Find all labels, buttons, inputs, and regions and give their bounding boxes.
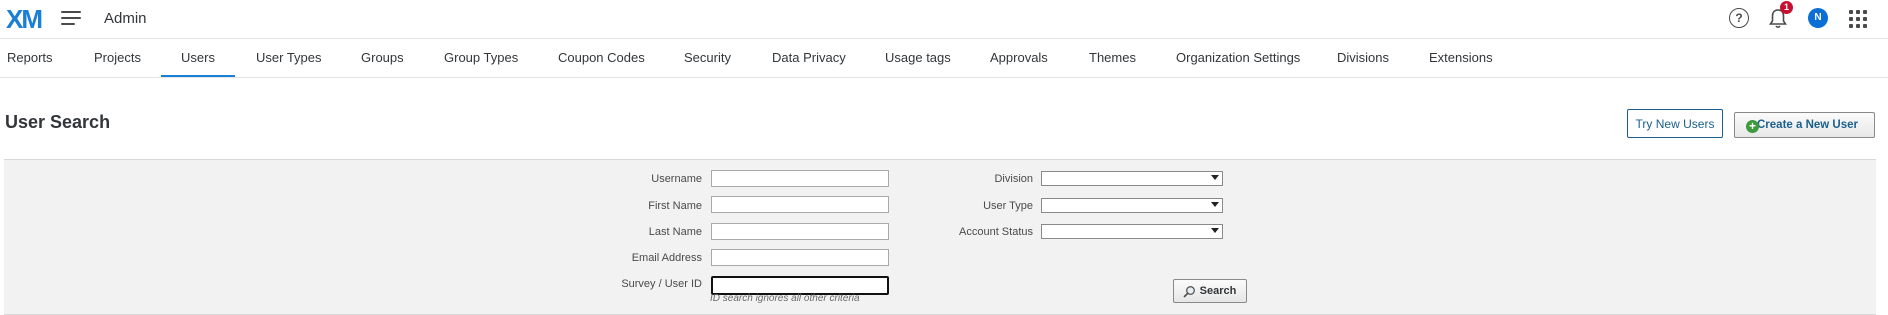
account-status-label: Account Status <box>959 226 1033 238</box>
tab-reports[interactable]: Reports <box>7 39 53 76</box>
chevron-down-icon <box>1211 202 1219 207</box>
account-status-select[interactable] <box>1041 224 1223 239</box>
tab-approvals[interactable]: Approvals <box>990 39 1048 76</box>
user-type-label: User Type <box>983 200 1033 212</box>
division-label: Division <box>994 173 1033 185</box>
tab-coupon-codes[interactable]: Coupon Codes <box>558 39 645 76</box>
survey-id-hint: ID search ignores all other criteria <box>710 293 860 304</box>
tab-security[interactable]: Security <box>684 39 731 76</box>
tab-organization-settings[interactable]: Organization Settings <box>1176 39 1300 76</box>
top-bar: XM Admin ? 1 N <box>0 0 1888 39</box>
tab-user-types[interactable]: User Types <box>256 39 322 76</box>
survey-user-id-label: Survey / User ID <box>621 278 702 290</box>
tab-groups[interactable]: Groups <box>361 39 404 76</box>
apps-grid-icon[interactable] <box>1849 10 1867 28</box>
plus-icon: + <box>1746 120 1759 133</box>
last-name-input[interactable] <box>711 223 889 240</box>
tab-themes[interactable]: Themes <box>1089 39 1136 76</box>
user-avatar[interactable]: N <box>1808 8 1828 28</box>
tab-extensions[interactable]: Extensions <box>1429 39 1493 76</box>
menu-icon[interactable] <box>61 11 81 26</box>
first-name-input[interactable] <box>711 196 889 213</box>
division-select[interactable] <box>1041 171 1223 186</box>
xm-logo[interactable]: XM <box>6 6 43 32</box>
tab-group-types[interactable]: Group Types <box>444 39 518 76</box>
page-title: User Search <box>5 112 111 132</box>
magnifier-icon <box>1183 286 1195 298</box>
chevron-down-icon <box>1211 228 1219 233</box>
admin-nav: Reports Projects Users User Types Groups… <box>0 39 1888 78</box>
tab-usage-tags[interactable]: Usage tags <box>885 39 951 76</box>
tab-divisions[interactable]: Divisions <box>1337 39 1389 76</box>
chevron-down-icon <box>1211 175 1219 180</box>
first-name-label: First Name <box>648 200 702 212</box>
notification-count-badge: 1 <box>1780 1 1793 14</box>
email-address-label: Email Address <box>631 252 702 264</box>
app-title: Admin <box>104 10 147 27</box>
tab-projects[interactable]: Projects <box>94 39 141 76</box>
tab-data-privacy[interactable]: Data Privacy <box>772 39 846 76</box>
username-label: Username <box>651 173 702 185</box>
user-type-select[interactable] <box>1041 198 1223 213</box>
username-input[interactable] <box>711 170 889 187</box>
help-icon[interactable]: ? <box>1729 8 1749 28</box>
email-address-input[interactable] <box>711 249 889 266</box>
tab-users[interactable]: Users <box>161 39 235 77</box>
try-new-users-button[interactable]: Try New Users <box>1627 109 1723 138</box>
last-name-label: Last Name <box>648 226 702 238</box>
